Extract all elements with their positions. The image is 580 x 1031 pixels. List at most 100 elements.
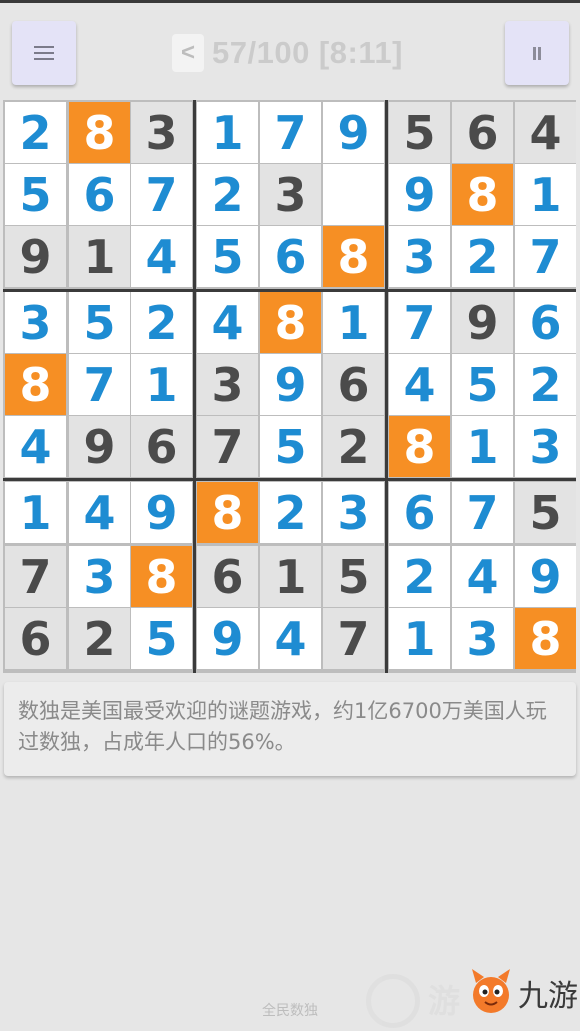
sudoku-cell-r2c9[interactable]: 1 bbox=[515, 164, 576, 225]
sudoku-cell-r5c7[interactable]: 4 bbox=[389, 354, 450, 415]
sudoku-cell-r5c5[interactable]: 9 bbox=[260, 354, 321, 415]
sudoku-cell-r8c5[interactable]: 1 bbox=[260, 546, 321, 607]
sudoku-cell-r7c7[interactable]: 6 bbox=[389, 482, 450, 543]
sudoku-cell-r8c8[interactable]: 4 bbox=[452, 546, 513, 607]
sudoku-cell-r2c4[interactable]: 2 bbox=[197, 164, 258, 225]
sudoku-cell-r6c3[interactable]: 6 bbox=[131, 416, 192, 477]
sudoku-cell-r1c1[interactable]: 2 bbox=[5, 102, 66, 163]
sudoku-cell-r4c9[interactable]: 6 bbox=[515, 292, 576, 353]
sudoku-cell-r6c2[interactable]: 9 bbox=[69, 416, 130, 477]
sudoku-cell-r3c1[interactable]: 9 bbox=[5, 226, 66, 287]
sudoku-cell-r1c7[interactable]: 5 bbox=[389, 102, 450, 163]
sudoku-cell-r9c6[interactable]: 7 bbox=[323, 608, 384, 669]
sudoku-cell-r4c7[interactable]: 7 bbox=[389, 292, 450, 353]
sudoku-cell-r8c3[interactable]: 8 bbox=[131, 546, 192, 607]
sudoku-cell-r6c1[interactable]: 4 bbox=[5, 416, 66, 477]
sudoku-cell-r8c4[interactable]: 6 bbox=[197, 546, 258, 607]
sudoku-cell-r2c6[interactable] bbox=[323, 164, 384, 225]
sudoku-cell-r7c1[interactable]: 1 bbox=[5, 482, 66, 543]
sudoku-cell-r7c2[interactable]: 4 bbox=[69, 482, 130, 543]
sudoku-cell-r3c8[interactable]: 2 bbox=[452, 226, 513, 287]
menu-list-icon bbox=[34, 45, 54, 61]
sudoku-cell-r1c8[interactable]: 6 bbox=[452, 102, 513, 163]
sudoku-cell-r2c3[interactable]: 7 bbox=[131, 164, 192, 225]
block-separator bbox=[385, 100, 388, 673]
block-separator bbox=[193, 100, 196, 673]
sudoku-cell-r5c8[interactable]: 5 bbox=[452, 354, 513, 415]
sudoku-cell-r7c9[interactable]: 5 bbox=[515, 482, 576, 543]
sudoku-cell-r3c3[interactable]: 4 bbox=[131, 226, 192, 287]
sudoku-cell-r6c4[interactable]: 7 bbox=[197, 416, 258, 477]
sudoku-cell-r4c8[interactable]: 9 bbox=[452, 292, 513, 353]
watermark-logo-left: 游 bbox=[366, 970, 476, 1030]
back-button[interactable]: < bbox=[172, 34, 204, 72]
progress-status: < 57/100 [8:11] bbox=[172, 33, 403, 73]
sudoku-cell-r3c6[interactable]: 8 bbox=[323, 226, 384, 287]
sudoku-cell-r4c6[interactable]: 1 bbox=[323, 292, 384, 353]
sudoku-cell-r8c9[interactable]: 9 bbox=[515, 546, 576, 607]
sudoku-cell-r7c4[interactable]: 8 bbox=[197, 482, 258, 543]
block-separator bbox=[3, 478, 576, 481]
sudoku-cell-r9c8[interactable]: 3 bbox=[452, 608, 513, 669]
sudoku-cell-r3c2[interactable]: 1 bbox=[69, 226, 130, 287]
sudoku-cell-r4c4[interactable]: 4 bbox=[197, 292, 258, 353]
sudoku-cell-r5c6[interactable]: 6 bbox=[323, 354, 384, 415]
sudoku-cell-r6c9[interactable]: 3 bbox=[515, 416, 576, 477]
info-text: 数独是美国最受欢迎的谜题游戏，约1亿6700万美国人玩过数独，占成年人口的56%… bbox=[18, 699, 547, 754]
block-separator bbox=[3, 289, 576, 292]
sudoku-cell-r9c2[interactable]: 2 bbox=[69, 608, 130, 669]
sudoku-cell-r9c7[interactable]: 1 bbox=[389, 608, 450, 669]
sudoku-cell-r7c5[interactable]: 2 bbox=[260, 482, 321, 543]
sudoku-cell-r6c6[interactable]: 2 bbox=[323, 416, 384, 477]
sudoku-cell-r5c3[interactable]: 1 bbox=[131, 354, 192, 415]
sudoku-cell-r7c3[interactable]: 9 bbox=[131, 482, 192, 543]
sudoku-cell-r6c8[interactable]: 1 bbox=[452, 416, 513, 477]
sudoku-cell-r1c6[interactable]: 9 bbox=[323, 102, 384, 163]
sudoku-cell-r3c7[interactable]: 3 bbox=[389, 226, 450, 287]
sudoku-cell-r9c9[interactable]: 8 bbox=[515, 608, 576, 669]
sudoku-cell-r5c4[interactable]: 3 bbox=[197, 354, 258, 415]
sudoku-cell-r3c9[interactable]: 7 bbox=[515, 226, 576, 287]
sudoku-cell-r1c4[interactable]: 1 bbox=[197, 102, 258, 163]
sudoku-cell-r2c7[interactable]: 9 bbox=[389, 164, 450, 225]
sudoku-cell-r5c2[interactable]: 7 bbox=[69, 354, 130, 415]
menu-button[interactable] bbox=[12, 21, 76, 85]
info-card: 数独是美国最受欢迎的谜题游戏，约1亿6700万美国人玩过数独，占成年人口的56%… bbox=[4, 682, 576, 776]
sudoku-cell-r5c1[interactable]: 8 bbox=[5, 354, 66, 415]
sudoku-cell-r5c9[interactable]: 2 bbox=[515, 354, 576, 415]
pause-button[interactable] bbox=[505, 21, 569, 85]
sudoku-cell-r7c8[interactable]: 7 bbox=[452, 482, 513, 543]
sudoku-cell-r3c4[interactable]: 5 bbox=[197, 226, 258, 287]
sudoku-cell-r6c5[interactable]: 5 bbox=[260, 416, 321, 477]
sudoku-cell-r1c3[interactable]: 3 bbox=[131, 102, 192, 163]
progress-timer-text: 57/100 [8:11] bbox=[212, 35, 403, 70]
sudoku-cell-r2c1[interactable]: 5 bbox=[5, 164, 66, 225]
sudoku-cell-r1c2[interactable]: 8 bbox=[69, 102, 130, 163]
sudoku-cell-r9c1[interactable]: 6 bbox=[5, 608, 66, 669]
sudoku-cell-r4c1[interactable]: 3 bbox=[5, 292, 66, 353]
sudoku-cell-r9c3[interactable]: 5 bbox=[131, 608, 192, 669]
watermark-glyph: 游 bbox=[428, 982, 461, 1020]
watermark-logo-right: 九游 bbox=[468, 965, 580, 1021]
sudoku-cell-r4c5[interactable]: 8 bbox=[260, 292, 321, 353]
sudoku-cell-r1c5[interactable]: 7 bbox=[260, 102, 321, 163]
sudoku-cell-r2c8[interactable]: 8 bbox=[452, 164, 513, 225]
sudoku-board: 2831795645672398191456832735248179687139… bbox=[3, 100, 576, 673]
watermark-brand-text: 九游 bbox=[518, 979, 578, 1014]
sudoku-cell-r1c9[interactable]: 4 bbox=[515, 102, 576, 163]
sudoku-cell-r2c2[interactable]: 6 bbox=[69, 164, 130, 225]
pause-icon bbox=[532, 46, 542, 60]
sudoku-cell-r2c5[interactable]: 3 bbox=[260, 164, 321, 225]
sudoku-cell-r9c5[interactable]: 4 bbox=[260, 608, 321, 669]
sudoku-cell-r6c7[interactable]: 8 bbox=[389, 416, 450, 477]
sudoku-cell-r4c2[interactable]: 5 bbox=[69, 292, 130, 353]
sudoku-cell-r9c4[interactable]: 9 bbox=[197, 608, 258, 669]
sudoku-cell-r8c7[interactable]: 2 bbox=[389, 546, 450, 607]
sudoku-cell-r3c5[interactable]: 6 bbox=[260, 226, 321, 287]
sudoku-cell-r7c6[interactable]: 3 bbox=[323, 482, 384, 543]
sudoku-cell-r4c3[interactable]: 2 bbox=[131, 292, 192, 353]
sudoku-cell-r8c2[interactable]: 3 bbox=[69, 546, 130, 607]
mascot-icon bbox=[472, 969, 510, 1013]
sudoku-cell-r8c1[interactable]: 7 bbox=[5, 546, 66, 607]
sudoku-cell-r8c6[interactable]: 5 bbox=[323, 546, 384, 607]
